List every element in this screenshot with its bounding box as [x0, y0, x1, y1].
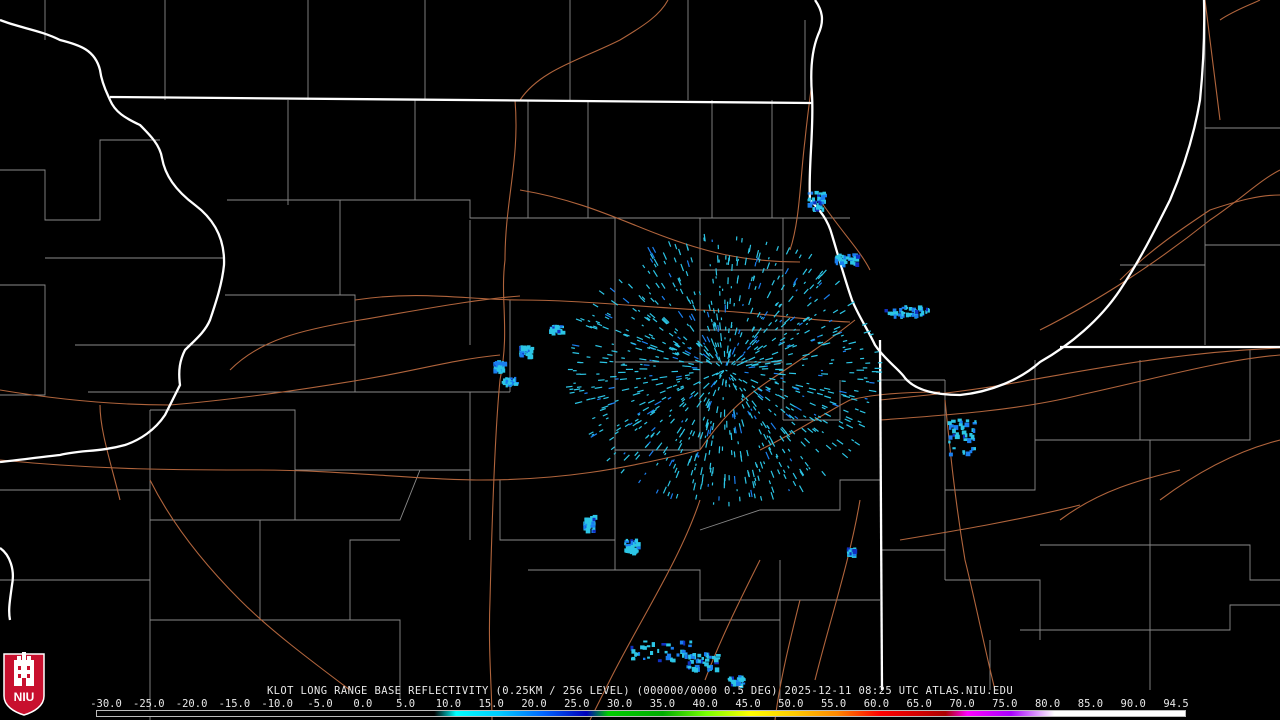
highways	[0, 0, 1280, 720]
scale-label: 60.0	[863, 698, 890, 710]
county-boundaries	[0, 0, 1280, 720]
scale-label: -5.0	[307, 698, 333, 710]
scale-label: -15.0	[218, 698, 251, 710]
radar-map	[0, 0, 1280, 720]
logo-text: NIU	[14, 690, 35, 704]
scale-label: 45.0	[735, 698, 761, 710]
product-header: KLOT LONG RANGE BASE REFLECTIVITY (0.25K…	[266, 685, 1014, 697]
scale-label: 25.0	[564, 698, 590, 710]
scale-label: -20.0	[175, 698, 208, 710]
scale-labels: -30.0 -25.0 -20.0 -15.0 -10.0 -5.0 0.0 5.0 10.0 1…	[90, 698, 1189, 710]
scale-label: 75.0	[992, 698, 1018, 710]
scale-label: 40.0	[692, 698, 718, 710]
scale-label: 0.0	[353, 698, 373, 710]
scale-label: 5.0	[396, 698, 416, 710]
scale-label: 10.0	[435, 698, 462, 710]
niu-logo: NIU	[3, 652, 45, 716]
scale-label: 35.0	[649, 698, 676, 710]
reflectivity-colorbar	[96, 710, 1186, 717]
scale-label: 90.0	[1120, 698, 1146, 710]
scale-label: 70.0	[949, 698, 975, 710]
scale-label: 85.0	[1077, 698, 1104, 710]
scale-label: 15.0	[478, 698, 504, 710]
scale-label: 80.0	[1034, 698, 1061, 710]
scale-label: 55.0	[820, 698, 847, 710]
scale-label: 65.0	[906, 698, 932, 710]
radar-echoes	[493, 190, 977, 689]
scale-label: -10.0	[261, 698, 293, 710]
scale-label: 20.0	[521, 698, 547, 710]
scale-label: -25.0	[132, 698, 165, 710]
scale-label: -30.0	[90, 698, 122, 710]
scale-label: 30.0	[606, 698, 633, 710]
scale-label: 94.5	[1163, 698, 1189, 710]
scale-label: 50.0	[778, 698, 804, 710]
